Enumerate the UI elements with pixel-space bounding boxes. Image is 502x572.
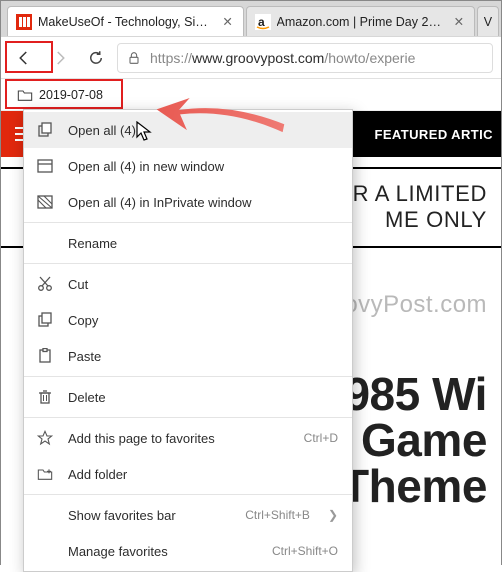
context-menu: Open all (4) Open all (4) in new window … <box>23 109 353 572</box>
menu-paste[interactable]: Paste <box>24 338 352 374</box>
menu-separator <box>24 222 352 223</box>
tab-close-icon[interactable]: ✕ <box>452 14 466 29</box>
menu-open-all-inprivate[interactable]: Open all (4) in InPrivate window <box>24 184 352 220</box>
tab-close-icon[interactable]: ✕ <box>221 14 235 29</box>
folder-plus-icon <box>36 465 54 483</box>
inprivate-icon <box>36 193 54 211</box>
menu-add-folder[interactable]: Add folder <box>24 456 352 492</box>
window-icon <box>36 157 54 175</box>
tab-strip: MakeUseOf - Technology, Simpli ✕ a Amazo… <box>1 1 501 37</box>
pages-icon <box>36 121 54 139</box>
cut-icon <box>36 275 54 293</box>
back-button[interactable] <box>9 43 39 73</box>
tab-title: V <box>484 15 492 29</box>
menu-delete[interactable]: Delete <box>24 379 352 415</box>
copy-icon <box>36 311 54 329</box>
featured-label: FEATURED ARTIC <box>374 127 501 142</box>
forward-button[interactable] <box>45 43 75 73</box>
favorites-bar: 2019-07-08 <box>1 79 501 111</box>
folder-icon <box>17 88 33 102</box>
browser-tab-1[interactable]: MakeUseOf - Technology, Simpli ✕ <box>7 6 244 36</box>
address-bar[interactable]: https://www.groovypost.com/howto/experie <box>117 43 493 73</box>
browser-tab-3[interactable]: V <box>477 6 499 36</box>
menu-manage-favorites[interactable]: Manage favorites Ctrl+Shift+O <box>24 533 352 569</box>
navigation-bar: https://www.groovypost.com/howto/experie <box>1 37 501 79</box>
menu-open-all-new-window[interactable]: Open all (4) in new window <box>24 148 352 184</box>
svg-text:a: a <box>258 15 265 29</box>
favorites-folder[interactable]: 2019-07-08 <box>11 86 109 104</box>
chevron-right-icon: ❯ <box>328 508 338 522</box>
url-text: https://www.groovypost.com/howto/experie <box>150 50 415 66</box>
muo-favicon <box>16 14 32 30</box>
tab-title: MakeUseOf - Technology, Simpli <box>38 15 215 29</box>
browser-tab-2[interactable]: a Amazon.com | Prime Day 2019 ✕ <box>246 6 475 36</box>
shortcut-label: Ctrl+D <box>304 431 338 445</box>
shortcut-label: Ctrl+Shift+B <box>245 508 310 522</box>
shortcut-label: Ctrl+Shift+O <box>272 544 338 558</box>
menu-cut[interactable]: Cut <box>24 266 352 302</box>
amazon-favicon: a <box>255 14 271 30</box>
trash-icon <box>36 388 54 406</box>
paste-icon <box>36 347 54 365</box>
refresh-button[interactable] <box>81 43 111 73</box>
lock-icon <box>126 50 142 66</box>
menu-separator <box>24 494 352 495</box>
menu-add-page-to-favorites[interactable]: Add this page to favorites Ctrl+D <box>24 420 352 456</box>
menu-separator <box>24 376 352 377</box>
favorites-folder-label: 2019-07-08 <box>39 88 103 102</box>
menu-open-all[interactable]: Open all (4) <box>24 112 352 148</box>
tab-title: Amazon.com | Prime Day 2019 <box>277 15 447 29</box>
menu-separator <box>24 263 352 264</box>
menu-show-favorites-bar[interactable]: Show favorites bar Ctrl+Shift+B ❯ <box>24 497 352 533</box>
menu-separator <box>24 417 352 418</box>
menu-rename[interactable]: Rename <box>24 225 352 261</box>
menu-copy[interactable]: Copy <box>24 302 352 338</box>
star-icon <box>36 429 54 447</box>
